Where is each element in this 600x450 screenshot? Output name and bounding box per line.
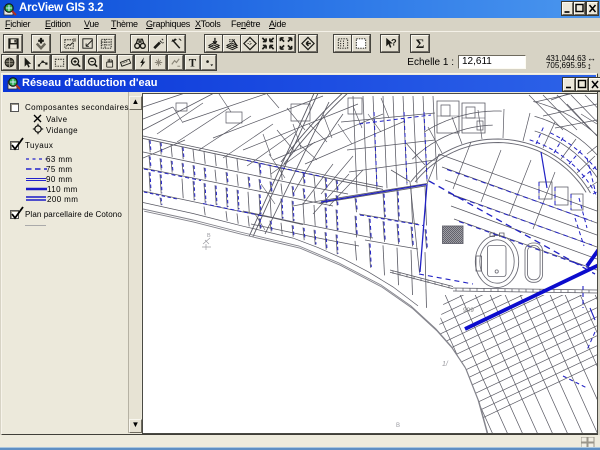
svg-text:999: 999 [463,307,474,314]
svg-text:Σ: Σ [416,36,425,51]
svg-text:B: B [396,423,400,429]
svg-text:?: ? [391,37,397,47]
svg-text:B: B [207,233,211,239]
svg-text:T: T [188,58,196,69]
